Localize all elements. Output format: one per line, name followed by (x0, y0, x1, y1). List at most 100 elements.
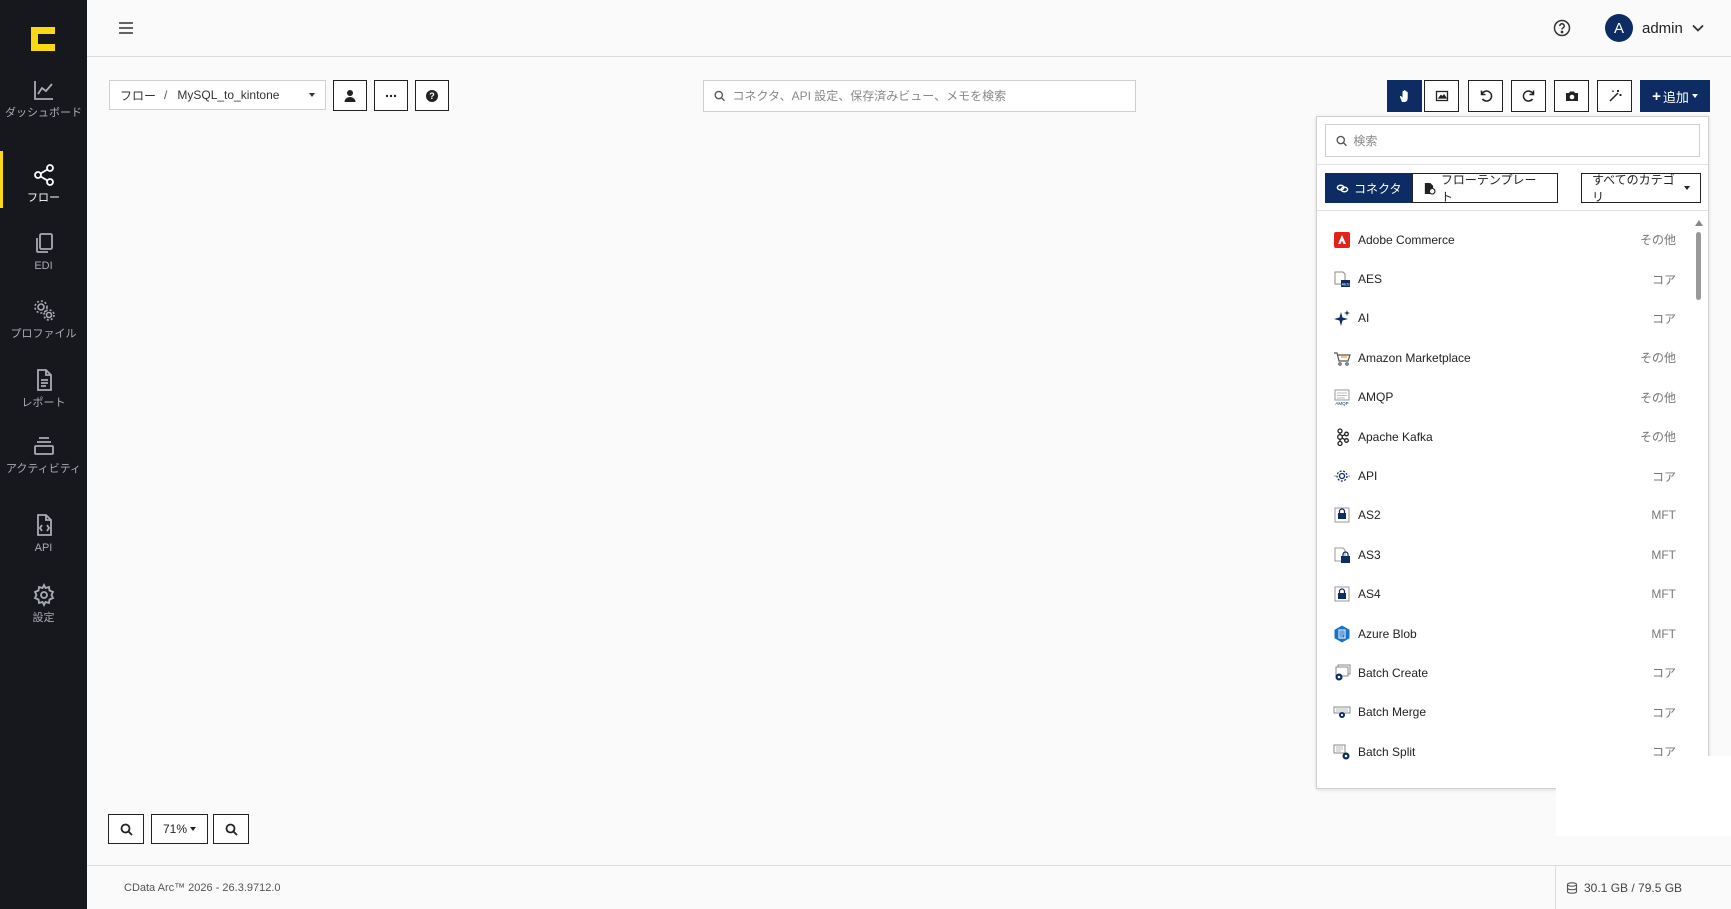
list-item[interactable]: AS3 MFT (1317, 535, 1692, 574)
list-item[interactable]: Azure Blob MFT (1317, 614, 1692, 653)
ellipsis-icon (385, 94, 397, 97)
list-item[interactable]: Batch Create コア (1317, 653, 1692, 692)
azure-blob-icon (1333, 625, 1351, 643)
zoom-out-button[interactable] (213, 814, 249, 844)
undo-button[interactable] (1468, 80, 1503, 112)
user-menu[interactable]: A admin (1605, 14, 1705, 42)
connector-search[interactable] (1325, 124, 1700, 157)
caret-down-icon (1691, 94, 1698, 98)
list-item[interactable]: API コア (1317, 456, 1692, 495)
breadcrumb-root[interactable]: フロー (120, 87, 156, 104)
as4-icon (1333, 585, 1351, 603)
batch-create-icon (1333, 664, 1351, 682)
add-button[interactable]: + 追加 (1640, 80, 1710, 112)
sidebar-item-report[interactable]: レポート (0, 368, 87, 409)
report-file-icon (36, 369, 52, 391)
sidebar-item-api[interactable]: API (0, 513, 87, 554)
connector-category: コア (1651, 469, 1676, 484)
caret-down-icon (309, 93, 315, 97)
connector-search-input[interactable] (1353, 133, 1689, 148)
redo-icon (1522, 90, 1534, 102)
connector-name: Adobe Commerce (1358, 232, 1455, 247)
snapshot-button[interactable] (1554, 80, 1589, 112)
flow-more-button[interactable] (374, 80, 408, 111)
aes-lock-icon: AES (1333, 270, 1351, 288)
redo-button[interactable] (1511, 80, 1546, 112)
auto-arrange-button[interactable] (1597, 80, 1632, 112)
add-button-label: 追加 (1662, 89, 1689, 105)
cdata-logo[interactable] (31, 27, 55, 51)
zoom-in-button[interactable] (108, 814, 144, 844)
activity-stack-icon (33, 437, 54, 455)
version-text: CData Arc™ 2026 - 26.3.9712.0 (124, 882, 281, 894)
database-icon (1566, 882, 1578, 894)
camera-icon (1565, 91, 1578, 101)
sidebar-item-dashboard[interactable]: ダッシュボード (0, 78, 87, 119)
flow-breadcrumb-select[interactable]: フロー / MySQL_to_kintone (109, 80, 326, 110)
category-select[interactable]: すべてのカテゴリ (1581, 173, 1701, 204)
sidebar-item-settings[interactable]: 設定 (0, 583, 87, 624)
list-item[interactable]: Batch Merge コア (1317, 693, 1692, 732)
connector-category: MFT (1651, 626, 1676, 641)
select-mode-button[interactable] (1424, 80, 1459, 112)
undo-icon (1480, 90, 1492, 102)
connector-list-scrollbar[interactable] (1692, 220, 1704, 785)
sidebar-item-label: フロー (27, 192, 60, 204)
connector-category: コア (1651, 272, 1676, 287)
global-search[interactable] (703, 80, 1136, 112)
as3-icon (1333, 546, 1351, 564)
sidebar-item-profile[interactable]: プロファイル (0, 299, 87, 340)
zoom-level-value: 71% (162, 822, 188, 836)
batch-split-icon (1333, 743, 1351, 761)
category-select-value: すべてのカテゴリ (1592, 173, 1675, 204)
sidebar-item-label: API (34, 542, 53, 554)
connector-category: MFT (1651, 547, 1676, 562)
scrollbar-thumb[interactable] (1696, 232, 1701, 300)
connector-panel: コネクタ フローテンプレート すべてのカテゴリ Adobe Commerce そ… (1316, 116, 1709, 789)
svg-text:AES: AES (1341, 282, 1349, 287)
tab-flow-templates[interactable]: フローテンプレート (1412, 173, 1558, 204)
svg-text:?: ? (429, 91, 435, 101)
plus-icon: + (1652, 87, 1661, 105)
flow-user-button[interactable] (333, 80, 367, 111)
list-item[interactable]: AES AES コア (1317, 259, 1692, 298)
pan-mode-button[interactable] (1387, 80, 1422, 112)
list-item[interactable]: AMQP AMQP その他 (1317, 378, 1692, 417)
sidebar-item-edi[interactable]: EDI (0, 231, 87, 272)
list-item[interactable]: AS2 MFT (1317, 496, 1692, 535)
zoom-level-select[interactable]: 71% (151, 814, 208, 844)
scroll-up-arrow-icon[interactable] (1695, 220, 1703, 226)
global-search-input[interactable] (732, 89, 1125, 103)
link-icon (1336, 184, 1349, 192)
as2-icon (1333, 506, 1351, 524)
connector-name: Apache Kafka (1358, 429, 1433, 444)
connector-category: コア (1651, 666, 1676, 681)
svg-text:AMQP: AMQP (1335, 401, 1348, 406)
sidebar-item-activity[interactable]: アクティビティ (0, 434, 87, 475)
storage-text: 30.1 GB / 79.5 GB (1584, 881, 1683, 895)
avatar: A (1605, 14, 1633, 42)
username: admin (1642, 19, 1683, 37)
batch-merge-icon (1333, 703, 1351, 721)
list-item[interactable]: AS4 MFT (1317, 575, 1692, 614)
hamburger-menu-icon[interactable] (118, 20, 134, 36)
list-item[interactable]: AI コア (1317, 299, 1692, 338)
flow-help-button[interactable]: ? (415, 80, 449, 111)
sidebar-item-flow[interactable]: フロー (0, 151, 87, 208)
magic-wand-icon (1608, 90, 1621, 102)
help-circle-icon[interactable] (1553, 19, 1571, 37)
api-gear-icon (1333, 467, 1351, 485)
sidebar-item-label: EDI (34, 260, 53, 272)
amazon-cart-icon (1333, 349, 1351, 367)
connector-name: AMQP (1358, 390, 1394, 405)
zoom-out-icon (225, 823, 238, 836)
tab-connectors[interactable]: コネクタ (1325, 173, 1413, 203)
caret-down-icon (190, 827, 197, 831)
hand-pointer-icon (1399, 90, 1408, 102)
template-icon (1424, 182, 1436, 195)
list-item[interactable]: Adobe Commerce その他 (1317, 220, 1692, 259)
connector-name: AI (1358, 311, 1370, 326)
list-item[interactable]: Amazon Marketplace その他 (1317, 338, 1692, 377)
list-item[interactable]: Apache Kafka その他 (1317, 417, 1692, 456)
ai-sparkle-icon (1333, 309, 1351, 327)
